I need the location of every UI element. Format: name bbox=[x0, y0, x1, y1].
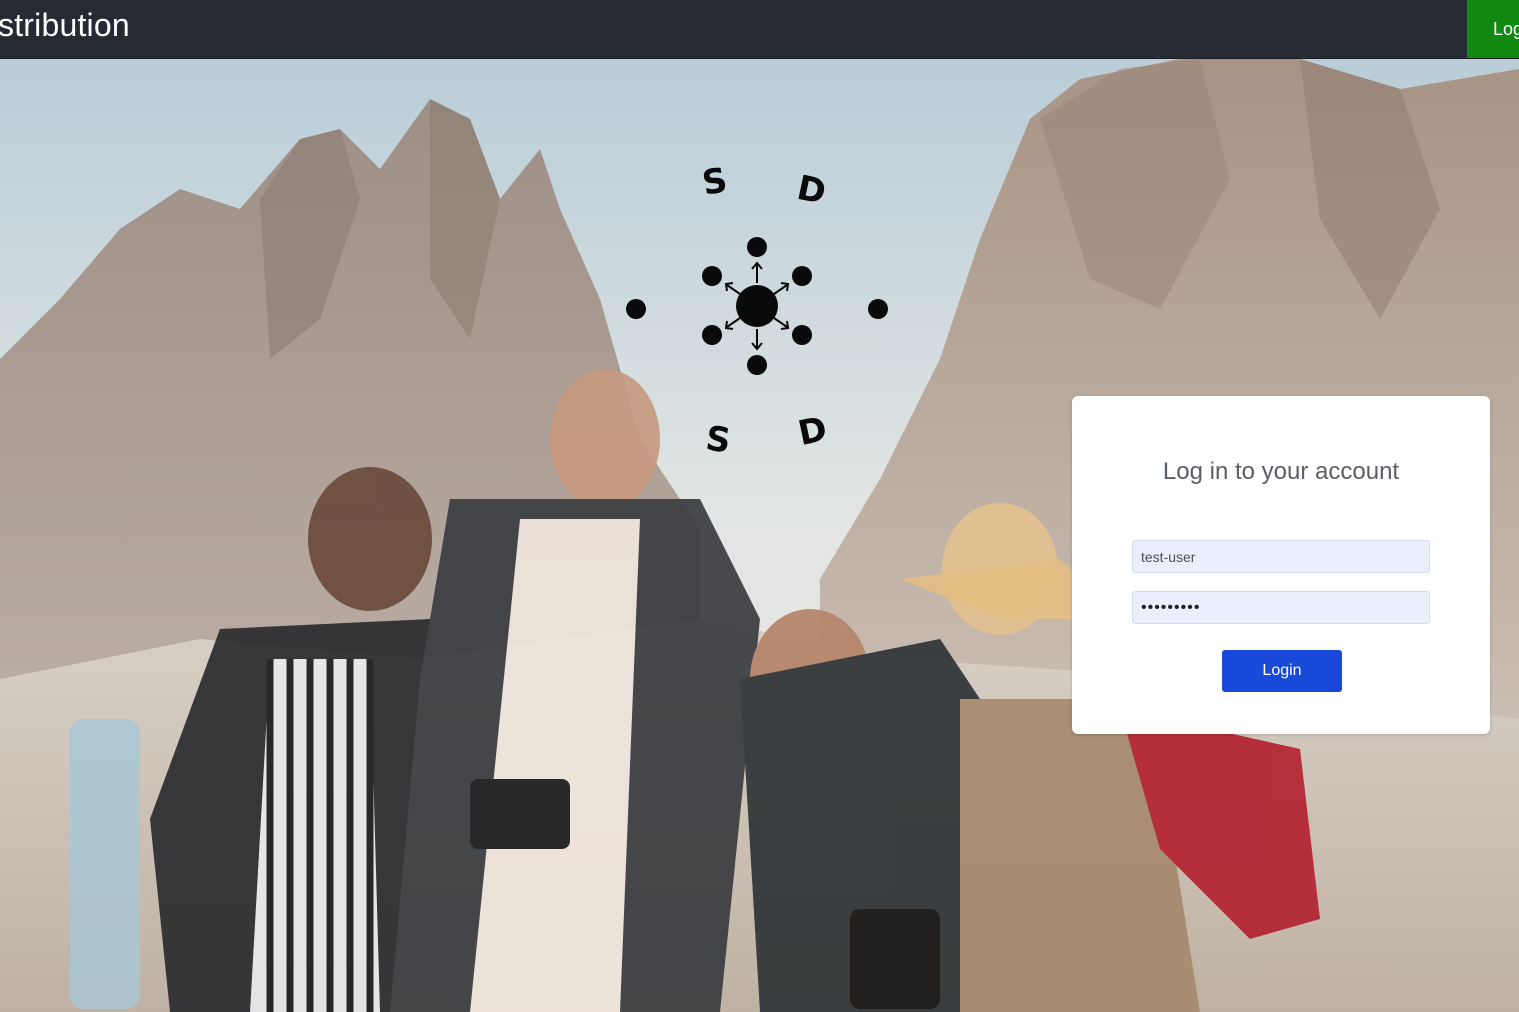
nav-login-button[interactable]: Log bbox=[1467, 0, 1519, 58]
login-card: Log in to your account Login bbox=[1072, 396, 1490, 734]
sd-logo: S D S D bbox=[626, 160, 888, 462]
top-navbar: stribution Log bbox=[0, 0, 1519, 59]
login-card-title: Log in to your account bbox=[1162, 458, 1400, 485]
username-input[interactable] bbox=[1132, 540, 1430, 573]
password-input[interactable] bbox=[1132, 591, 1430, 624]
login-submit-button[interactable]: Login bbox=[1222, 650, 1342, 692]
logo-letter-s-top: S bbox=[699, 160, 730, 204]
brand-title[interactable]: stribution bbox=[0, 7, 130, 44]
logo-letter-d-top: D bbox=[793, 168, 829, 213]
logo-letter-s-bottom: S bbox=[703, 419, 733, 462]
hero-background-image: S D S D Log in to your account test-user… bbox=[0, 59, 1519, 1012]
logo-letter-d-bottom: D bbox=[795, 409, 831, 454]
